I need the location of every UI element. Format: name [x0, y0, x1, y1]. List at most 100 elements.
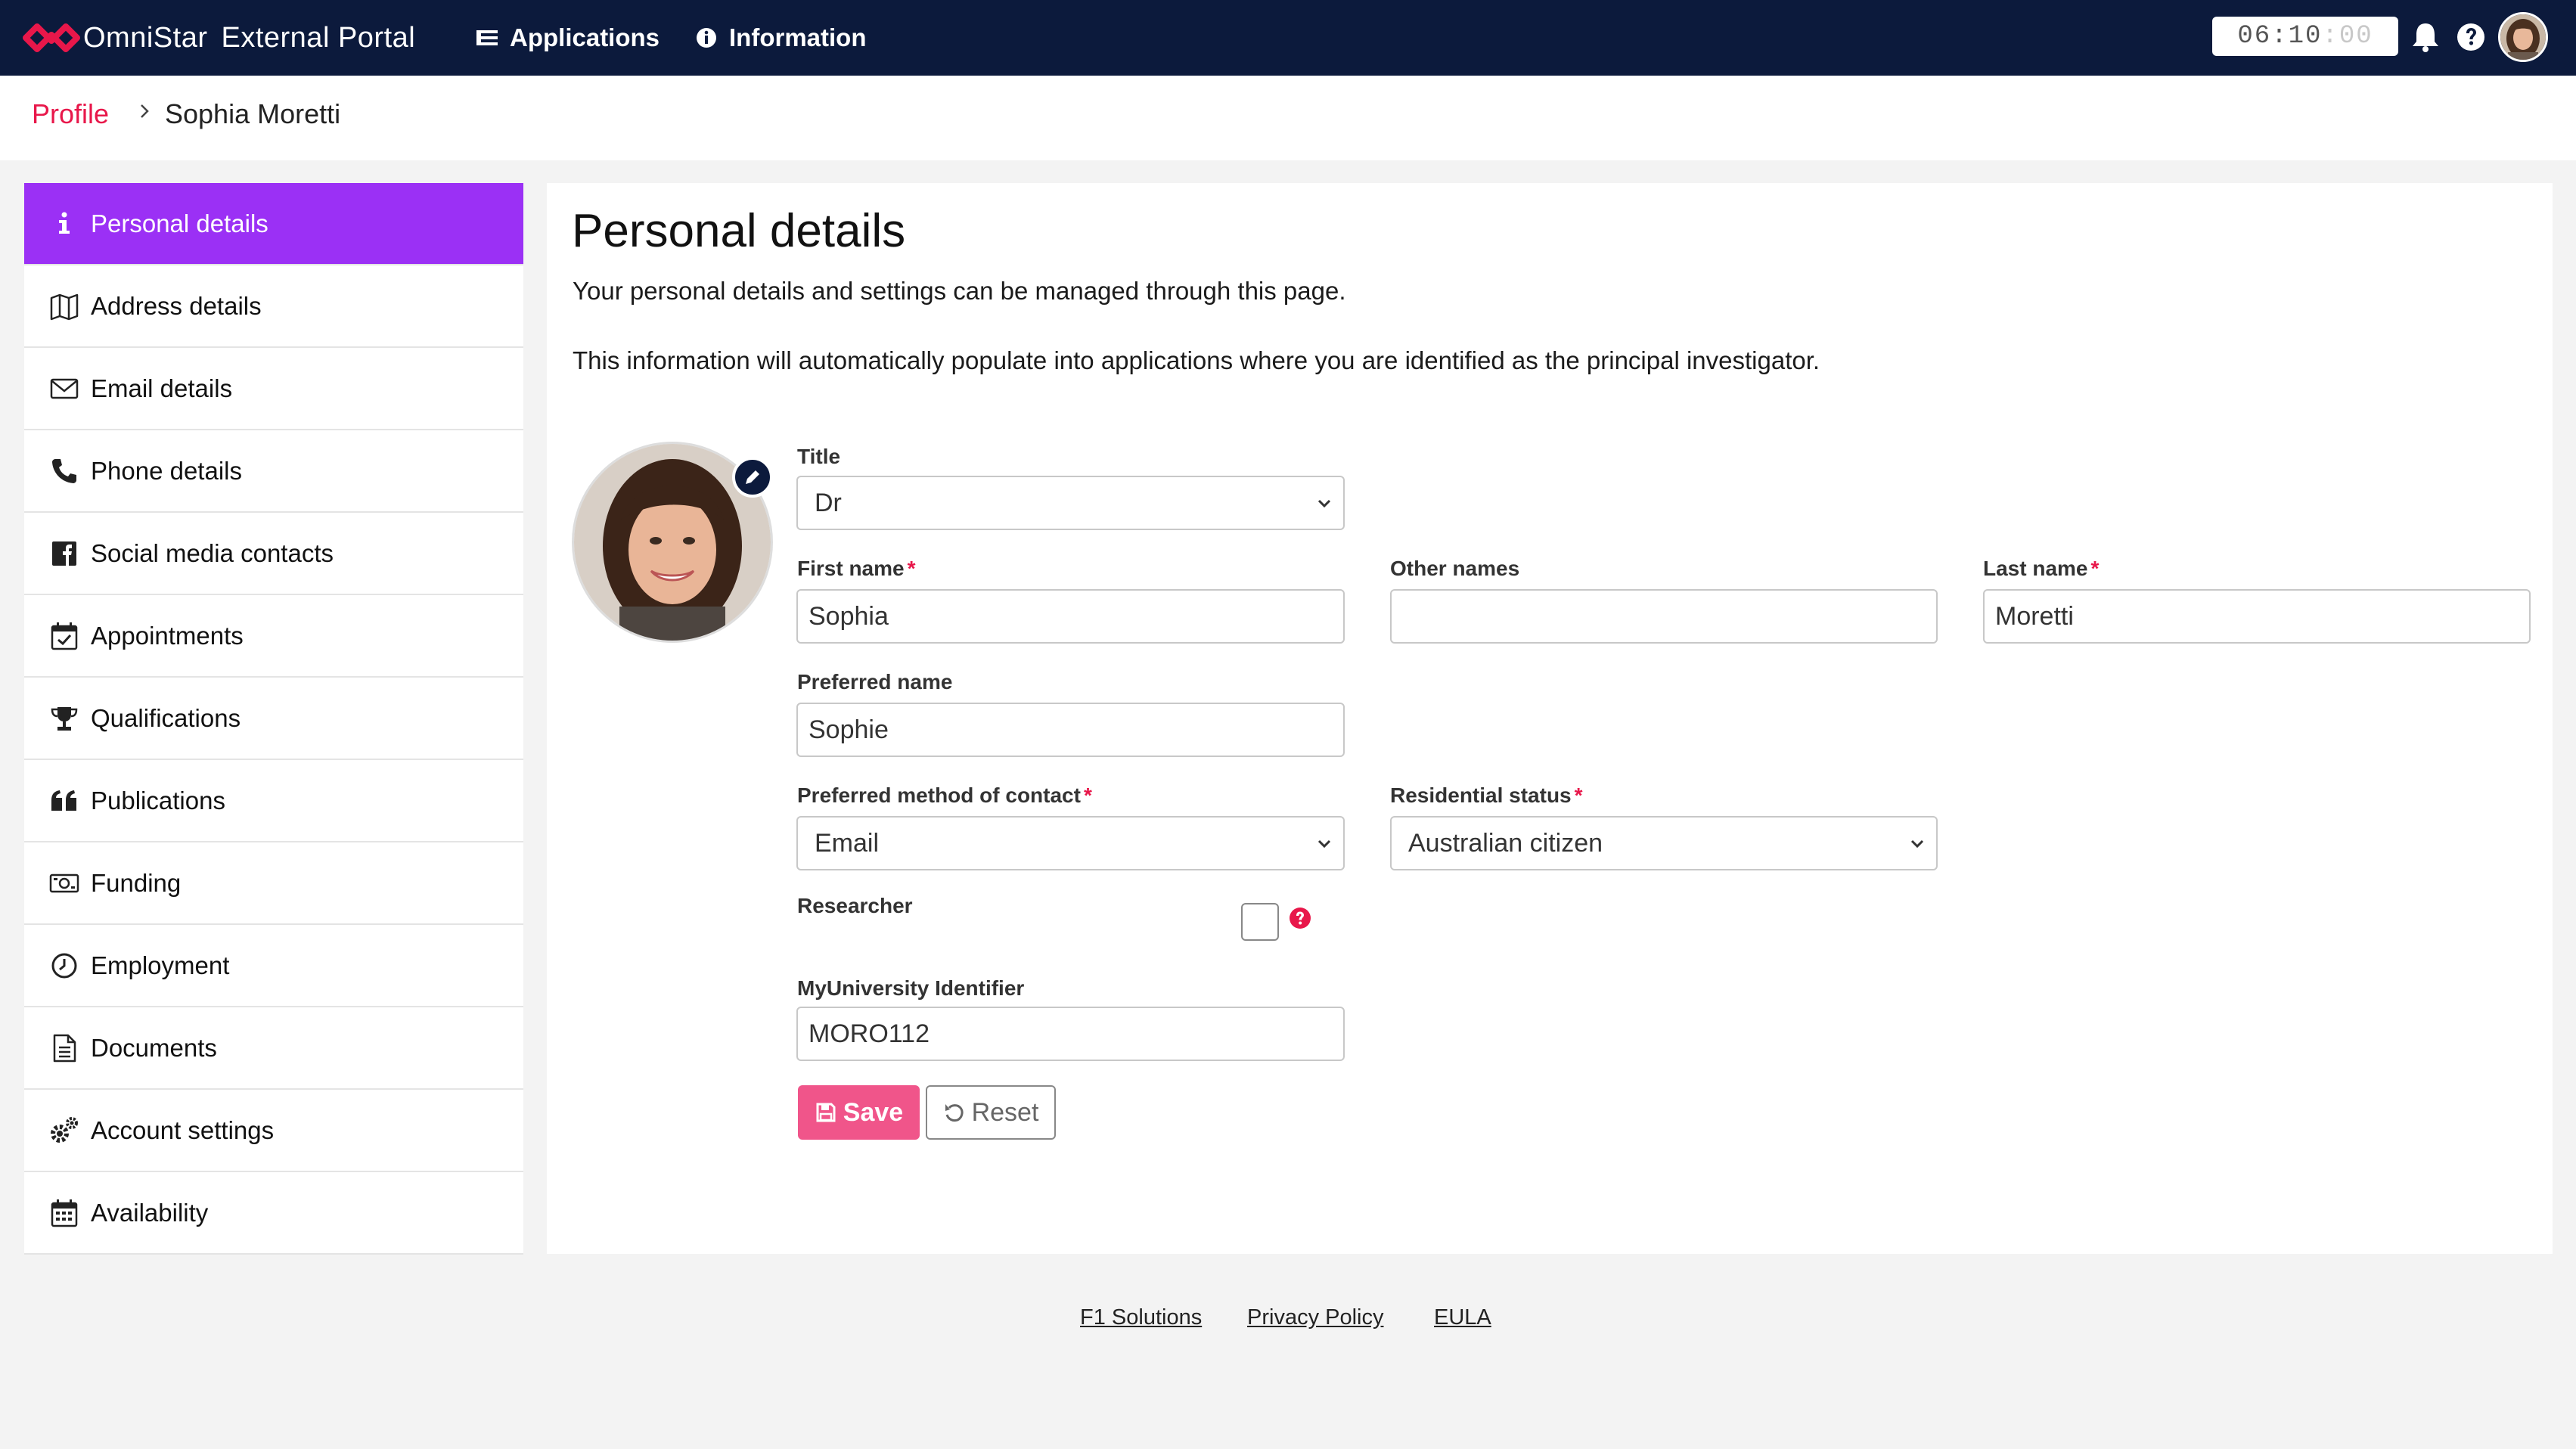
sidebar-item-label: Social media contacts — [91, 538, 334, 567]
nav-information[interactable]: Information — [694, 18, 866, 57]
intro-text-2: This information will automatically popu… — [573, 346, 1820, 374]
save-button-label: Save — [843, 1097, 904, 1127]
last-name-field[interactable]: Moretti — [1983, 589, 2531, 644]
info-circle-icon — [697, 28, 716, 48]
save-button[interactable]: Save — [798, 1085, 920, 1140]
last-name-label-text: Last name — [1983, 557, 2088, 580]
sidebar-item-email-details[interactable]: Email details — [24, 348, 523, 430]
intro-text: Your personal details and settings can b… — [573, 277, 1346, 305]
sidebar-item-label: Personal details — [91, 209, 268, 237]
info-icon — [47, 206, 82, 241]
preferred-name-label: Preferred name — [797, 670, 953, 693]
identifier-field[interactable]: MORO112 — [796, 1007, 1345, 1061]
first-name-field[interactable]: Sophia — [796, 589, 1345, 644]
nav-applications-label: Applications — [510, 23, 660, 51]
contact-method-select[interactable]: Email — [796, 816, 1345, 870]
footer-link-f1-solutions[interactable]: F1 Solutions — [1080, 1305, 1202, 1330]
phone-icon — [47, 454, 82, 489]
omnistar-logo-icon[interactable] — [23, 18, 80, 57]
required-marker: * — [907, 557, 916, 580]
bell-icon[interactable] — [2408, 20, 2443, 54]
sidebar-item-social-media-contacts[interactable]: Social media contacts — [24, 513, 523, 595]
sidebar-item-funding[interactable]: Funding — [24, 842, 523, 925]
sidebar-item-qualifications[interactable]: Qualifications — [24, 678, 523, 760]
question-circle-icon[interactable] — [1288, 906, 1312, 930]
other-names-field[interactable] — [1390, 589, 1938, 644]
sidebar-item-label: Qualifications — [91, 703, 241, 732]
sidebar-item-label: Address details — [91, 291, 262, 320]
sidebar-item-label: Availability — [91, 1198, 209, 1227]
identifier-value: MORO112 — [808, 1019, 930, 1048]
sidebar-item-appointments[interactable]: Appointments — [24, 595, 523, 678]
document-icon — [47, 1031, 82, 1066]
facebook-icon — [47, 536, 82, 571]
quote-icon — [47, 783, 82, 818]
page-title: Personal details — [572, 205, 906, 257]
required-marker: * — [1083, 783, 1092, 807]
sidebar-item-employment[interactable]: Employment — [24, 925, 523, 1007]
sidebar-item-label: Phone details — [91, 456, 242, 485]
timer-sep-1: : — [2271, 22, 2289, 51]
breadcrumb-current: Sophia Moretti — [165, 98, 341, 129]
sidebar-item-account-settings[interactable]: Account settings — [24, 1090, 523, 1172]
footer-link-privacy-policy[interactable]: Privacy Policy — [1247, 1305, 1384, 1330]
timer-minutes: 10 — [2288, 22, 2323, 51]
preferred-name-field[interactable]: Sophie — [796, 703, 1345, 757]
user-avatar[interactable] — [2498, 12, 2548, 62]
nav-information-label: Information — [729, 23, 867, 51]
contact-method-label: Preferred method of contact * — [797, 783, 1092, 808]
sidebar-item-label: Documents — [91, 1033, 217, 1062]
preferred-name-value: Sophie — [808, 715, 889, 744]
reset-button[interactable]: Reset — [926, 1085, 1056, 1140]
residential-status-select[interactable]: Australian citizen — [1390, 816, 1938, 870]
title-select-value: Dr — [815, 488, 842, 517]
last-name-label: Last name * — [1983, 557, 2099, 581]
researcher-checkbox[interactable] — [1241, 903, 1279, 941]
timer-seconds: 00 — [2339, 22, 2373, 51]
sidebar-item-availability[interactable]: Availability — [24, 1172, 523, 1255]
required-marker: * — [1574, 783, 1583, 807]
calendar-icon — [47, 1196, 82, 1230]
identifier-label: MyUniversity Identifier — [797, 976, 1025, 1000]
clock-icon — [47, 948, 82, 983]
sidebar-item-label: Publications — [91, 786, 225, 814]
gears-icon — [47, 1113, 82, 1148]
sidebar-item-label: Email details — [91, 374, 233, 402]
money-icon — [47, 866, 82, 901]
sidebar-item-personal-details[interactable]: Personal details — [24, 183, 523, 265]
sidebar-item-label: Appointments — [91, 621, 244, 650]
list-icon — [476, 30, 498, 45]
title-label: Title — [797, 445, 841, 468]
brand-title[interactable]: OmniStar External Portal — [83, 18, 415, 57]
residential-status-label-text: Residential status — [1390, 783, 1572, 807]
envelope-icon — [47, 371, 82, 406]
last-name-value: Moretti — [1995, 601, 2074, 631]
help-icon[interactable] — [2453, 20, 2488, 54]
session-timer: 06:10:00 — [2212, 17, 2398, 56]
chevron-down-icon — [1317, 839, 1331, 849]
footer-link-eula[interactable]: EULA — [1434, 1305, 1491, 1330]
sidebar-item-address-details[interactable]: Address details — [24, 265, 523, 348]
nav-applications[interactable]: Applications — [475, 18, 660, 57]
contact-method-label-text: Preferred method of contact — [797, 783, 1081, 807]
user-portrait-icon — [2500, 14, 2546, 60]
other-names-label: Other names — [1390, 557, 1520, 580]
portal-name: External Portal — [221, 22, 416, 54]
sidebar-item-publications[interactable]: Publications — [24, 760, 523, 842]
sidebar-item-label: Account settings — [91, 1115, 275, 1144]
title-select[interactable]: Dr — [796, 476, 1345, 530]
breadcrumb-profile-link[interactable]: Profile — [32, 98, 109, 130]
floppy-disk-icon — [816, 1103, 836, 1122]
sidebar-item-documents[interactable]: Documents — [24, 1007, 523, 1090]
timer-hours: 06 — [2237, 22, 2272, 51]
chevron-down-icon — [1910, 839, 1924, 849]
pencil-icon — [746, 470, 759, 484]
brand-name: OmniStar — [83, 22, 208, 54]
timer-sep-2: : — [2322, 22, 2339, 51]
required-marker: * — [2090, 557, 2100, 580]
sidebar-item-phone-details[interactable]: Phone details — [24, 430, 523, 513]
profile-sidebar: Personal details Address details Email d… — [24, 183, 523, 1255]
edit-photo-button[interactable] — [732, 457, 773, 498]
breadcrumb — [0, 76, 2576, 160]
chevron-down-icon — [1317, 499, 1331, 508]
